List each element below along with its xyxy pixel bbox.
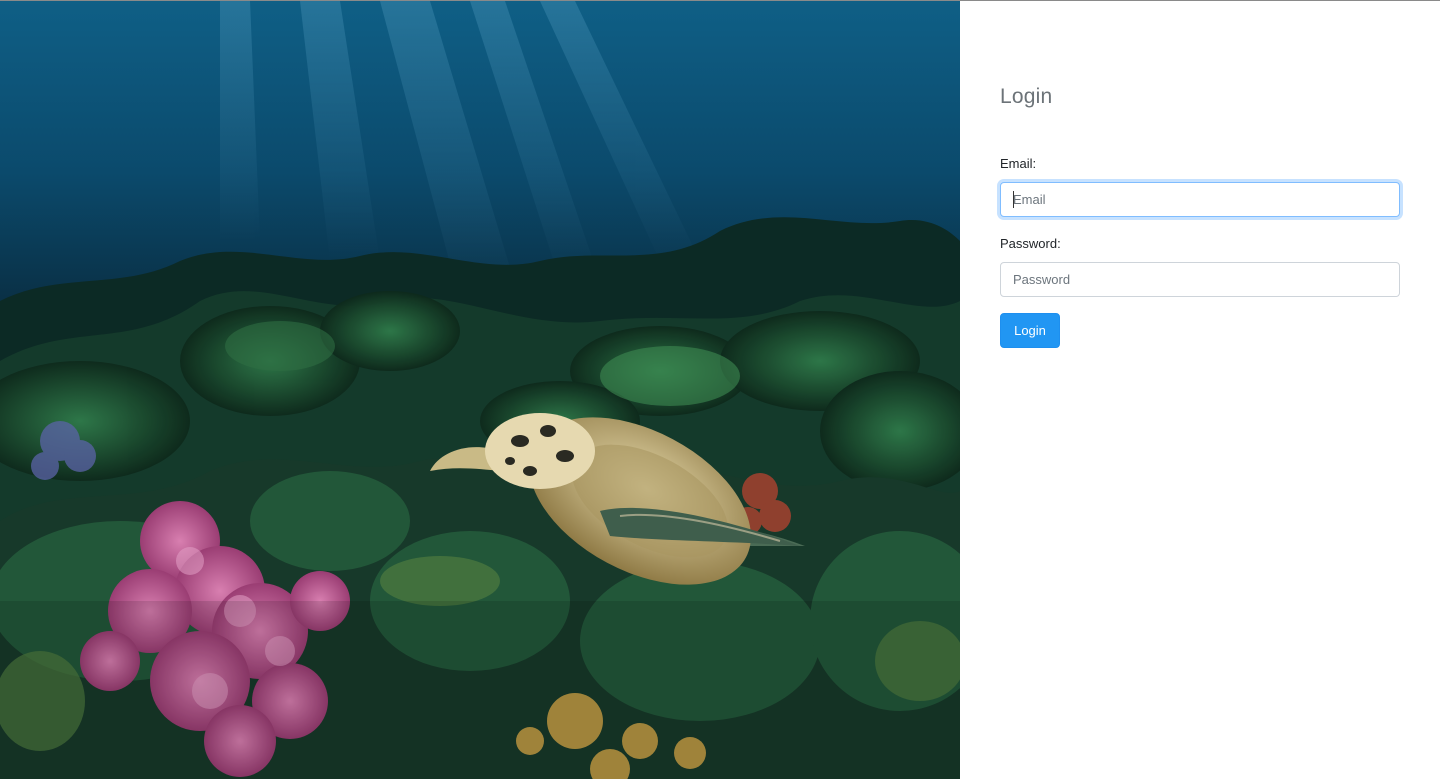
login-page: Login Email: Password: Login bbox=[0, 0, 1440, 779]
login-title: Login bbox=[1000, 85, 1053, 108]
password-label: Password: bbox=[1000, 236, 1061, 251]
hero-image bbox=[0, 1, 960, 779]
login-button[interactable]: Login bbox=[1000, 313, 1060, 348]
login-panel: Login Email: Password: Login bbox=[960, 1, 1440, 779]
password-field[interactable] bbox=[1000, 262, 1400, 297]
email-field[interactable] bbox=[1000, 182, 1400, 217]
text-caret bbox=[1013, 191, 1014, 208]
email-label: Email: bbox=[1000, 156, 1037, 171]
